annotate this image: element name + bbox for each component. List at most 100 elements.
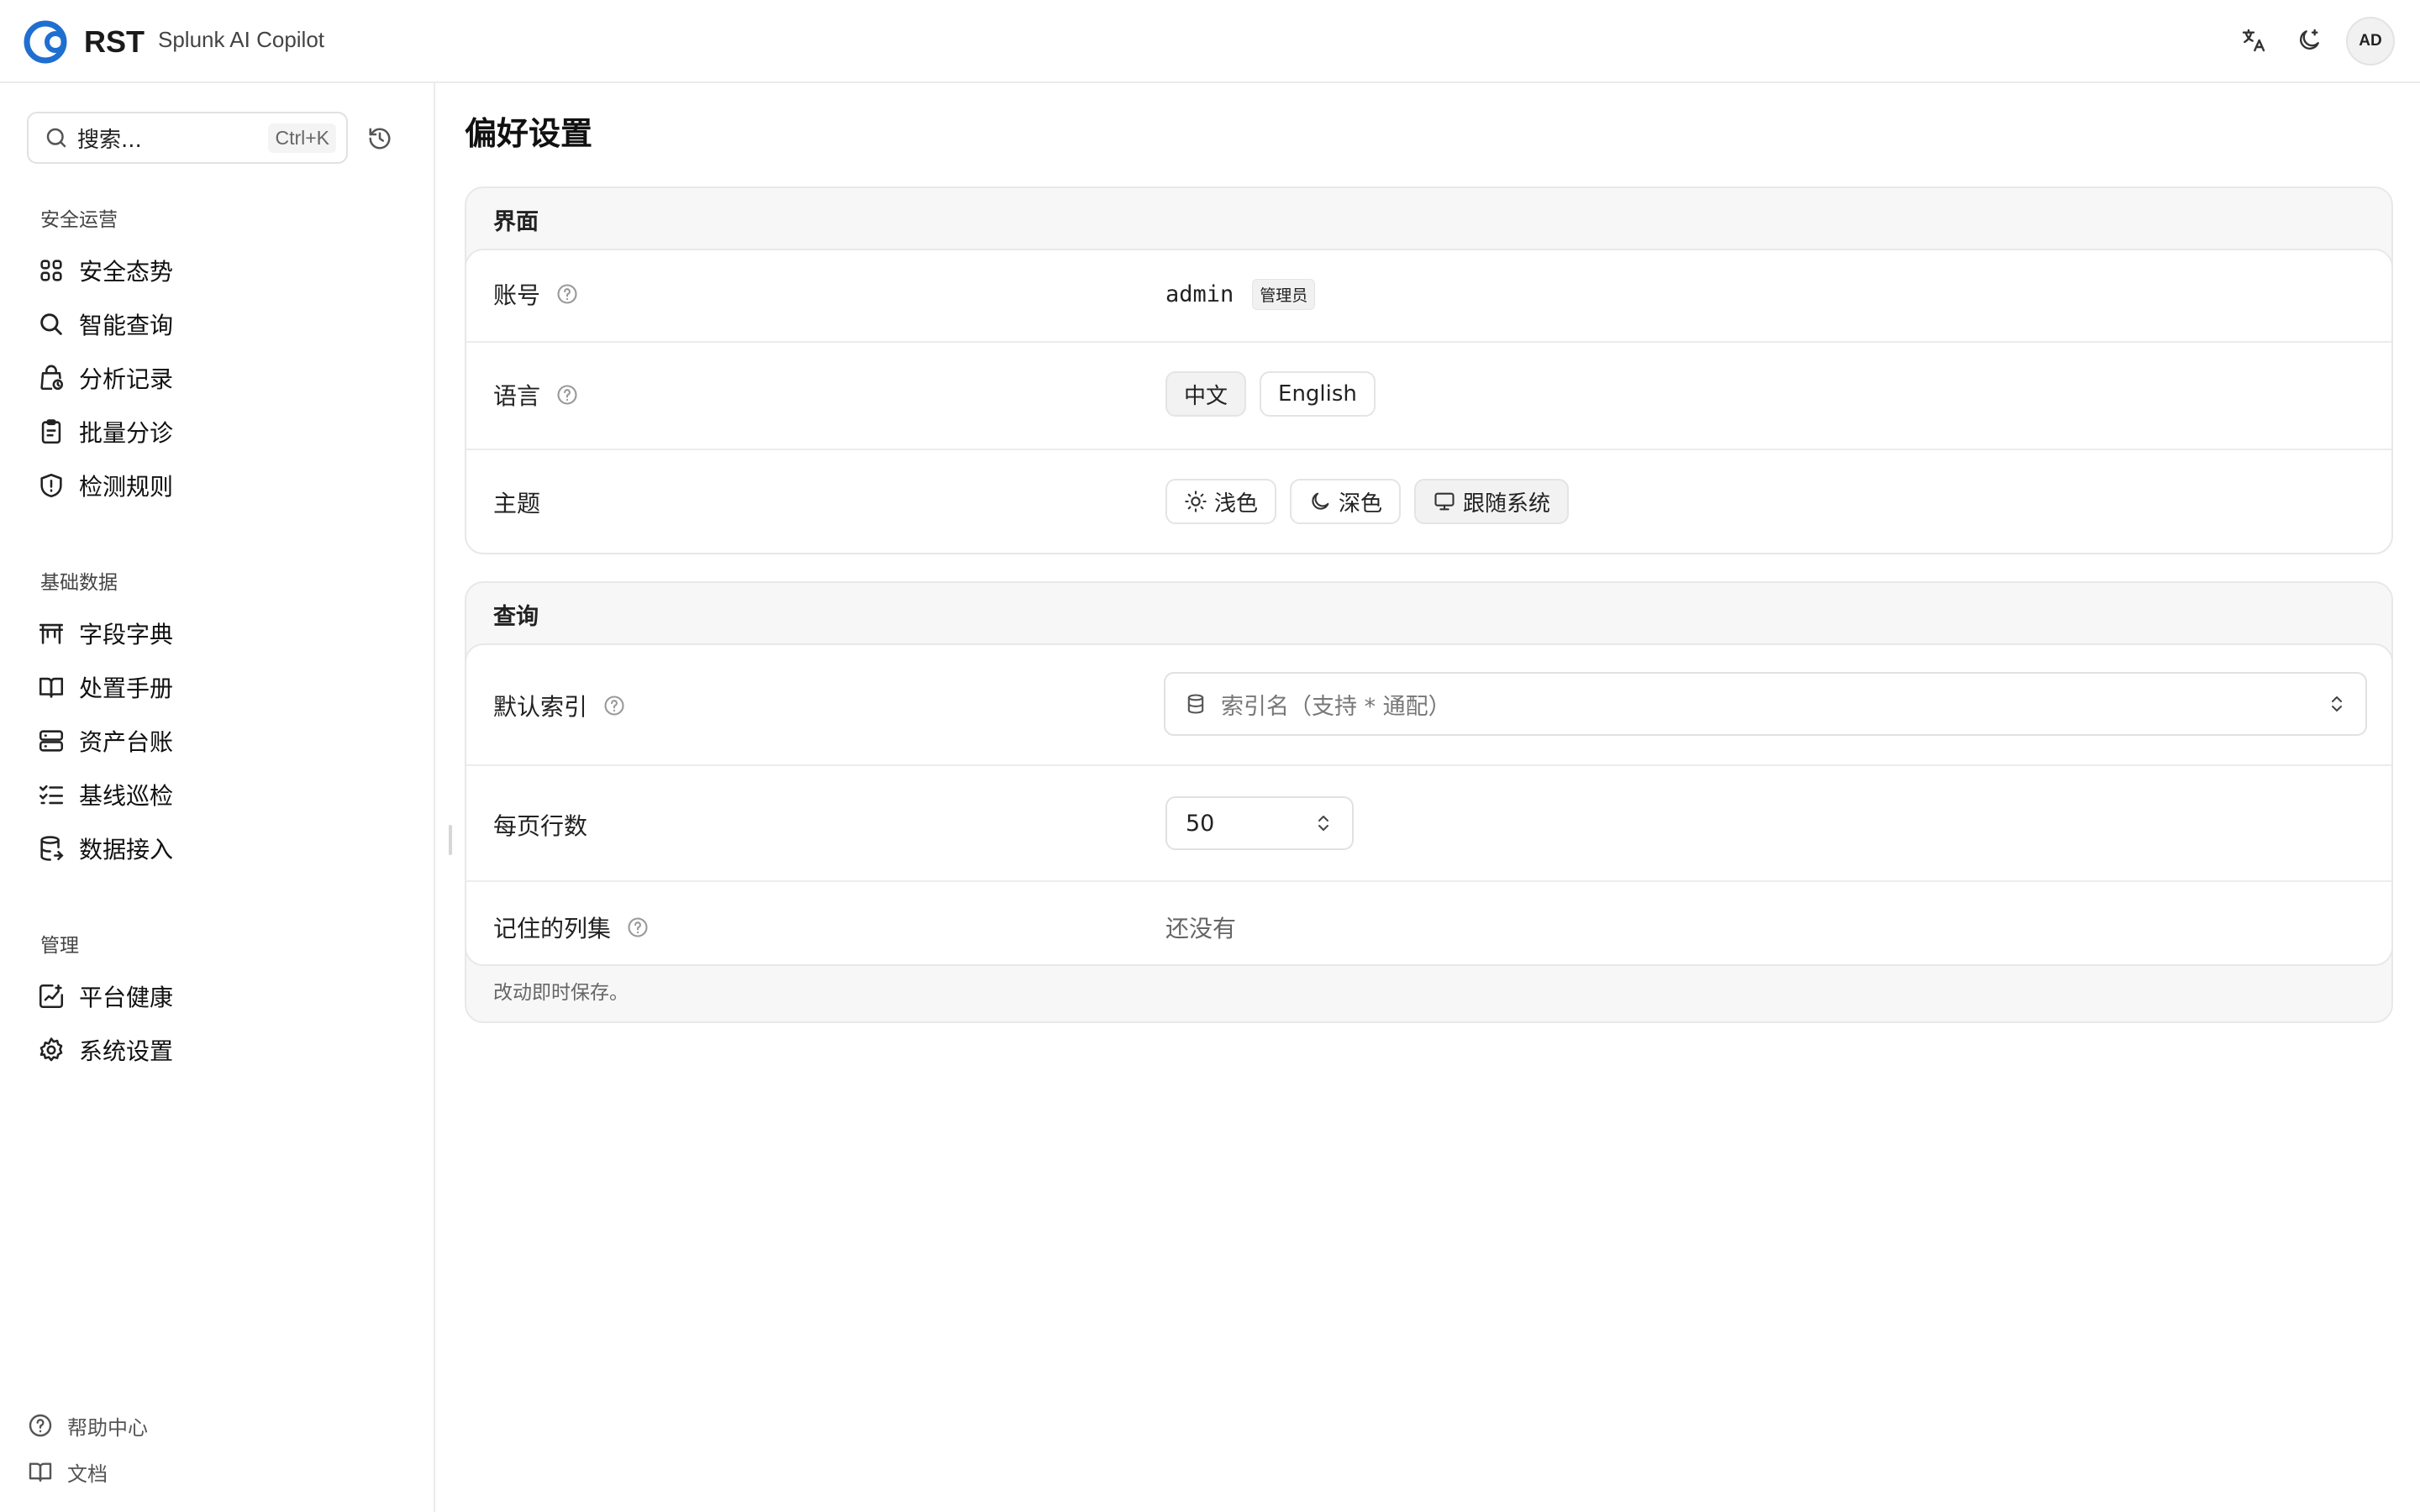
sidebar-item-label: 安全态势 <box>79 258 174 286</box>
rows-per-page-value: 50 <box>1186 810 1215 837</box>
sidebar-item-analysis-records[interactable]: 分析记录 <box>37 355 398 401</box>
account-label-wrap: 账号 <box>493 277 579 311</box>
theme-option-dark[interactable]: 深色 <box>1290 479 1402 524</box>
product-name: Splunk AI Copilot <box>158 27 325 52</box>
query-settings-card: 查询 默认索引 索引名（支持 * 通配） 每页行数 50 记住的列集 还没有 改… <box>465 581 2393 1023</box>
sidebar-item-asset-ledger[interactable]: 资产台账 <box>37 718 398 764</box>
help-circle-icon[interactable] <box>626 916 650 939</box>
user-avatar[interactable]: AD <box>2346 17 2395 66</box>
sidebar-item-smart-query[interactable]: 智能查询 <box>37 302 398 347</box>
sidebar-item-label: 平台健康 <box>79 984 174 1011</box>
theme-label: 主题 <box>493 490 541 517</box>
sun-icon <box>1185 491 1207 512</box>
sidebar-resize-handle[interactable] <box>449 825 452 855</box>
help-circle-icon <box>29 1414 52 1437</box>
sidebar-item-security-posture[interactable]: 安全态势 <box>37 248 398 293</box>
help-center-link[interactable]: 帮助中心 <box>27 1407 148 1444</box>
theme-option-label: 浅色 <box>1214 491 1259 517</box>
moon-star-icon <box>2300 29 2319 50</box>
rows-per-page-label: 每页行数 <box>493 812 588 840</box>
theme-option-light[interactable]: 浅色 <box>1165 479 1277 524</box>
sidebar-item-label: 资产台账 <box>79 728 174 756</box>
default-index-value-wrap: 索引名（支持 * 通配） <box>1164 672 2367 736</box>
health-chart-icon <box>39 984 64 1009</box>
saved-columns-empty: 还没有 <box>1165 915 1237 942</box>
top-bar: RST Splunk AI Copilot AD <box>0 0 2420 83</box>
sidebar-item-label: 字段字典 <box>79 621 174 648</box>
theme-option-system[interactable]: 跟随系统 <box>1414 479 1570 524</box>
book-icon <box>29 1462 52 1482</box>
shield-alert-icon <box>40 473 62 498</box>
language-label: 语言 <box>493 382 541 410</box>
history-bag-icon <box>40 365 64 391</box>
search-placeholder: 搜索... <box>77 127 142 153</box>
history-icon <box>369 128 391 150</box>
default-index-combobox[interactable]: 索引名（支持 * 通配） <box>1164 672 2367 736</box>
interface-settings-card: 界面 账号 admin 管理员 语言 中文 English 主题 浅色 深色 跟… <box>465 186 2393 554</box>
clipboard-icon <box>41 419 61 444</box>
sidebar-item-detection-rules[interactable]: 检测规则 <box>37 463 398 508</box>
sidebar-item-baseline-inspection[interactable]: 基线巡检 <box>37 772 398 817</box>
sidebar-item-label: 基线巡检 <box>79 782 174 810</box>
default-index-placeholder: 索引名（支持 * 通配） <box>1221 693 1451 720</box>
recent-history-button[interactable] <box>363 122 397 155</box>
help-circle-icon[interactable] <box>555 282 579 306</box>
moon-icon <box>1312 492 1329 510</box>
account-row: 账号 admin 管理员 <box>466 250 2391 341</box>
search-shortcut: Ctrl+K <box>268 123 336 153</box>
monitor-icon <box>1434 492 1455 511</box>
sidebar-item-label: 分析记录 <box>79 365 174 393</box>
docs-link[interactable]: 文档 <box>27 1453 108 1490</box>
rows-per-page-label-wrap: 每页行数 <box>493 808 587 842</box>
list-check-icon <box>39 785 64 805</box>
logo-text: RST <box>84 24 145 59</box>
rst-logo-icon: RST <box>24 20 145 64</box>
sidebar-item-playbook[interactable]: 处置手册 <box>37 664 398 710</box>
app-root: RST Splunk AI Copilot AD 搜索... Ctrl+K 安全… <box>0 0 2420 1512</box>
language-row: 语言 中文 English <box>466 341 2391 449</box>
sidebar-item-platform-health[interactable]: 平台健康 <box>37 974 398 1019</box>
chevron-up-down-icon <box>1318 816 1328 831</box>
default-index-label-wrap: 默认索引 <box>493 689 626 722</box>
search-icon <box>40 313 62 335</box>
chevron-up-down-icon <box>2332 696 2342 711</box>
table-icon <box>39 623 64 644</box>
query-settings-list: 默认索引 索引名（支持 * 通配） 每页行数 50 记住的列集 还没有 <box>465 643 2393 966</box>
rows-per-page-select[interactable]: 50 <box>1165 796 1354 850</box>
search-icon <box>46 128 66 148</box>
saved-columns-value-wrap: 还没有 <box>1165 911 1236 944</box>
app-logo[interactable]: RST <box>22 18 148 66</box>
sidebar-item-batch-triage[interactable]: 批量分诊 <box>37 409 398 454</box>
sidebar: 搜索... Ctrl+K 安全运营 安全态势 智能查询 分析记录 批量分诊 检测… <box>0 83 435 1512</box>
language-option-zh[interactable]: 中文 <box>1165 371 1247 417</box>
page-title: 偏好设置 <box>465 115 593 152</box>
language-toggle-button[interactable] <box>2237 24 2270 57</box>
database-import-icon <box>40 836 64 861</box>
role-badge: 管理员 <box>1252 279 1316 310</box>
account-label: 账号 <box>493 281 541 309</box>
sidebar-item-system-settings[interactable]: 系统设置 <box>37 1027 398 1073</box>
sidebar-item-label: 处置手册 <box>79 675 174 702</box>
nav-group-title: 安全运营 <box>40 209 118 231</box>
rows-per-page-row: 每页行数 50 <box>466 764 2391 880</box>
autosave-note: 改动即时保存。 <box>493 982 629 1004</box>
search-input[interactable]: 搜索... Ctrl+K <box>27 112 348 164</box>
theme-row: 主题 浅色 深色 跟随系统 <box>466 449 2391 556</box>
language-option-en[interactable]: English <box>1260 371 1376 417</box>
sidebar-item-label: 智能查询 <box>79 312 174 339</box>
gear-icon <box>39 1037 63 1062</box>
saved-columns-label: 记住的列集 <box>493 915 612 942</box>
help-circle-icon[interactable] <box>602 694 626 717</box>
language-label-wrap: 语言 <box>493 378 579 412</box>
card-title: 界面 <box>493 209 539 235</box>
rows-per-page-value-wrap: 50 <box>1165 796 1354 850</box>
theme-toggle-button[interactable] <box>2292 24 2326 57</box>
sidebar-item-data-ingest[interactable]: 数据接入 <box>37 826 398 871</box>
book-open-icon <box>39 677 64 698</box>
sidebar-item-label: 数据接入 <box>79 836 174 864</box>
footer-item-label: 文档 <box>67 1462 108 1486</box>
help-circle-icon[interactable] <box>555 383 579 407</box>
saved-columns-label-wrap: 记住的列集 <box>493 911 650 944</box>
sidebar-item-field-dictionary[interactable]: 字段字典 <box>37 611 398 656</box>
interface-settings-list: 账号 admin 管理员 语言 中文 English 主题 浅色 深色 跟随系统 <box>465 249 2393 554</box>
